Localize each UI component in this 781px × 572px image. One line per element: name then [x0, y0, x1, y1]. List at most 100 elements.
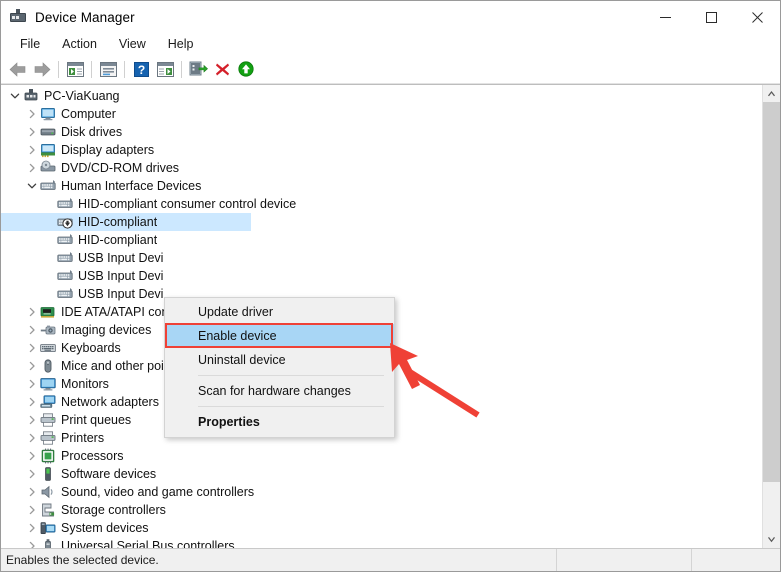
window-title: Device Manager [35, 9, 135, 25]
scroll-track[interactable] [763, 102, 780, 531]
context-menu-item-enable-device[interactable]: Enable device [165, 324, 394, 348]
chevron-right-icon[interactable] [24, 448, 40, 464]
hid-icon [40, 178, 56, 194]
chevron-right-icon[interactable] [24, 430, 40, 446]
mouse-icon [40, 358, 56, 374]
tree-item[interactable]: USB Input Devi [1, 267, 762, 285]
back-icon[interactable] [6, 57, 30, 81]
properties-icon[interactable] [96, 57, 120, 81]
tree-item-label: Computer [61, 107, 116, 121]
chevron-right-icon[interactable] [24, 538, 40, 548]
tree-item[interactable]: System devices [1, 519, 762, 537]
maximize-button[interactable] [688, 1, 734, 33]
enable-device-icon[interactable] [234, 57, 258, 81]
hid-icon [57, 250, 73, 266]
scroll-down-button[interactable] [763, 531, 780, 548]
tree-item-label: Processors [61, 449, 124, 463]
tree-item-label: Network adapters [61, 395, 159, 409]
context-menu[interactable]: Update driver Enable device Uninstall de… [164, 297, 395, 438]
toolbar-separator [124, 60, 125, 78]
chevron-right-icon[interactable] [24, 304, 40, 320]
chevron-right-icon[interactable] [24, 142, 40, 158]
menu-help[interactable]: Help [157, 34, 205, 54]
tree-item-label: System devices [61, 521, 149, 535]
chevron-right-icon[interactable] [24, 160, 40, 176]
tree-item-label: HID-compliant [78, 215, 158, 229]
menu-action[interactable]: Action [51, 34, 108, 54]
chevron-right-icon[interactable] [24, 106, 40, 122]
display-adapter-icon [40, 142, 56, 158]
toolbar: ? [1, 55, 780, 84]
tree-item[interactable]: Sound, video and game controllers [1, 483, 762, 501]
tree-item-label: Imaging devices [61, 323, 152, 337]
uninstall-device-icon[interactable] [210, 57, 234, 81]
close-button[interactable] [734, 1, 780, 33]
tree-item-label: Storage controllers [61, 503, 166, 517]
tree-item[interactable]: Storage controllers [1, 501, 762, 519]
printer-icon [40, 412, 56, 428]
help-icon[interactable]: ? [129, 57, 153, 81]
tree-item-selected[interactable]: HID-compliant [1, 213, 762, 231]
forward-icon[interactable] [30, 57, 54, 81]
hid-icon [57, 286, 73, 302]
tree-item-label: HID-compliant [78, 233, 158, 247]
chevron-right-icon[interactable] [24, 394, 40, 410]
tree-item-label: PC-ViaKuang [44, 89, 120, 103]
device-manager-icon [10, 9, 26, 25]
show-hide-console-tree-icon[interactable] [63, 57, 87, 81]
chevron-right-icon[interactable] [24, 520, 40, 536]
tree-item[interactable]: Universal Serial Bus controllers [1, 537, 762, 548]
status-pane-3 [692, 549, 780, 571]
chevron-down-icon[interactable] [24, 178, 40, 194]
scroll-thumb[interactable] [763, 102, 780, 482]
chevron-right-icon[interactable] [24, 484, 40, 500]
context-menu-separator [198, 406, 384, 407]
chevron-right-icon[interactable] [24, 340, 40, 356]
tree-item[interactable]: Disk drives [1, 123, 762, 141]
chevron-right-icon[interactable] [24, 376, 40, 392]
vertical-scrollbar[interactable] [762, 85, 780, 548]
tree-item-label: Human Interface Devices [61, 179, 202, 193]
toolbar-separator [181, 60, 182, 78]
chevron-right-icon[interactable] [24, 124, 40, 140]
context-menu-item-update-driver[interactable]: Update driver [165, 300, 394, 324]
minimize-button[interactable] [642, 1, 688, 33]
tree-item[interactable]: HID-compliant consumer control device [1, 195, 762, 213]
tree-item-label: USB Input Devi [78, 287, 164, 301]
tree-item-label: Monitors [61, 377, 109, 391]
svg-text:?: ? [137, 63, 144, 77]
tree-item[interactable]: Software devices [1, 465, 762, 483]
tree-item[interactable]: Processors [1, 447, 762, 465]
sound-device-icon [40, 484, 56, 500]
chevron-down-icon[interactable] [7, 88, 23, 104]
show-hide-action-pane-icon[interactable] [153, 57, 177, 81]
network-adapter-icon [40, 394, 56, 410]
computer-icon [40, 106, 56, 122]
chevron-right-icon[interactable] [24, 466, 40, 482]
tree-item[interactable]: HID-compliant [1, 231, 762, 249]
tree-item[interactable]: PC-ViaKuang [1, 87, 762, 105]
update-driver-icon[interactable] [186, 57, 210, 81]
tree-item[interactable]: Display adapters [1, 141, 762, 159]
tree-item[interactable]: Human Interface Devices [1, 177, 762, 195]
context-menu-item-scan-for-hardware-changes[interactable]: Scan for hardware changes [165, 379, 394, 403]
scroll-up-button[interactable] [763, 85, 780, 102]
tree-item[interactable]: USB Input Devi [1, 249, 762, 267]
context-menu-item-properties[interactable]: Properties [165, 410, 394, 434]
chevron-right-icon[interactable] [24, 322, 40, 338]
imaging-device-icon [40, 322, 56, 338]
tree-item[interactable]: DVD/CD-ROM drives [1, 159, 762, 177]
context-menu-item-uninstall-device[interactable]: Uninstall device [165, 348, 394, 372]
menu-view[interactable]: View [108, 34, 157, 54]
chevron-right-icon[interactable] [24, 502, 40, 518]
chevron-right-icon[interactable] [24, 358, 40, 374]
menu-file[interactable]: File [9, 34, 51, 54]
keyboard-icon [40, 340, 56, 356]
chevron-right-icon[interactable] [24, 412, 40, 428]
tree-item[interactable]: Computer [1, 105, 762, 123]
tree-item-label: Universal Serial Bus controllers [61, 539, 235, 548]
